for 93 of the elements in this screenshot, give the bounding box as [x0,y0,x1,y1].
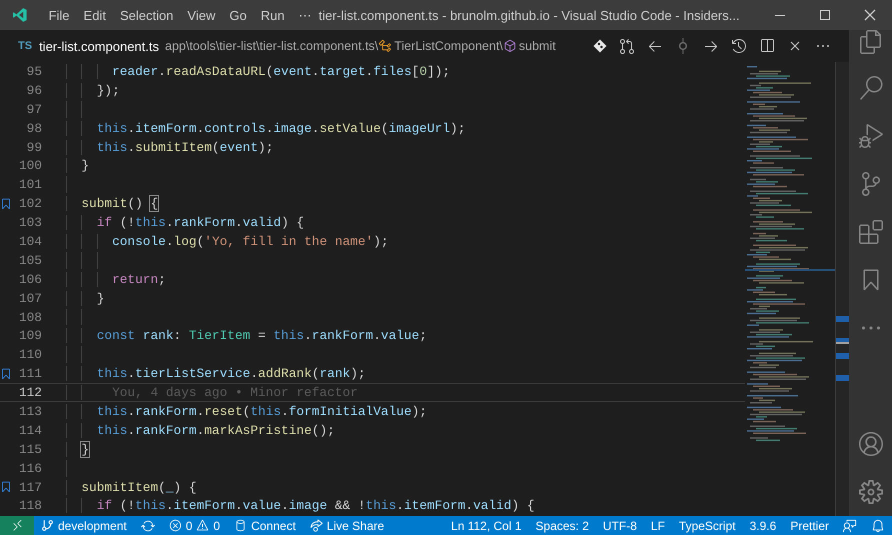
minimize-icon [774,14,785,16]
live-share-icon [310,519,323,532]
more-menu[interactable]: ⋯ [292,8,319,22]
line-number: 104 [18,234,42,249]
close-icon [862,7,878,23]
timeline-icon[interactable] [731,38,747,54]
breadcrumb[interactable]: TierListComponent\ [394,39,503,53]
status-item[interactable]: UTF-8 [596,518,644,532]
settings-icon[interactable] [858,480,882,504]
status-item[interactable]: TypeScript [672,518,743,532]
line-number: 103 [18,215,42,230]
status-item[interactable]: Connect [251,518,296,532]
branch-icon [41,519,54,532]
window-title: tier-list.component.ts - brunolm.github.io - Visual Studio Code - Insiders... [318,8,741,22]
line-number: 109 [18,328,42,344]
account-icon[interactable] [858,432,882,456]
code-line: submitItem(_) { [66,480,197,495]
error-icon [168,519,182,532]
line-number: 99 [26,140,42,154]
typescript-label: TS [18,40,32,52]
warning-count[interactable]: 0 [213,518,220,532]
explorer-icon[interactable] [858,30,882,54]
menu-item[interactable]: Edit [76,8,113,22]
line-number: 100 [18,158,42,174]
cube-icon [502,39,517,53]
breadcrumb[interactable]: submit [518,39,556,53]
line-number: 98 [26,120,42,136]
status-item[interactable]: Spaces: 2 [528,518,596,532]
status-item[interactable]: 3.9.6 [742,518,784,532]
scrollbar-drawing[interactable] [835,62,849,516]
code-line: submit() { [66,196,158,212]
code-line: if (!this.rankForm.valid) { [66,215,304,230]
code-line: this.rankForm.reset(this.formInitialValue); [66,404,427,419]
code-line: } [66,290,104,306]
app-logo-icon [12,7,28,23]
menu-item[interactable]: Selection [112,8,180,22]
git-icon[interactable] [593,39,607,53]
line-number: 115 [18,442,42,457]
status-item[interactable]: Prettier [783,518,836,532]
line-number: 106 [18,272,42,287]
extensions-icon[interactable] [858,220,882,244]
code-line: }); [66,82,120,98]
code-line: this.rankForm.markAsPristine(); [66,422,335,438]
code-line: console.log('Yo, fill in the name'); [66,234,389,249]
split-editor-icon[interactable] [759,38,775,54]
line-number: 117 [18,480,42,495]
line-number: 110 [18,347,42,362]
remote-button[interactable] [0,516,34,535]
code-line: this.submitItem(event); [66,140,274,154]
line-number: 108 [18,310,42,325]
code-line: this.tierListService.addRank(rank); [66,366,366,382]
status-item[interactable]: LF [644,518,672,532]
run-debug-icon[interactable] [858,124,882,148]
line-number: 102 [18,196,42,212]
line-number: 95 [26,64,42,79]
menu-item[interactable]: Go [222,8,254,22]
notifications-icon[interactable] [871,518,885,532]
warning-icon [196,519,210,532]
menu-item[interactable]: View [180,8,222,22]
line-number: 116 [18,460,42,476]
code-line: } [66,158,90,174]
status-item[interactable]: Live Share [326,518,384,532]
line-number: 113 [18,404,42,419]
sync-icon[interactable] [140,518,155,532]
line-number: 101 [18,177,42,192]
code-line: if (!this.itemForm.value.image && !this.itemForm.valid) { [66,498,535,514]
line-number: 118 [18,498,42,514]
blame-annotation: You, 4 days ago • Minor refactor [66,385,358,400]
compare-changes-icon[interactable] [619,38,635,54]
error-count[interactable]: 0 [186,518,192,532]
class-icon [378,39,392,53]
line-number: 112 [18,385,42,400]
line-number: 111 [18,366,42,382]
code-line: const rank: TierItem = this.rankForm.value; [66,328,427,344]
code-line: reader.readAsDataURL(event.target.files[0]); [66,64,450,79]
menu-item[interactable]: File [42,8,77,22]
code-line: this.itemForm.controls.image.setValue(imageUrl); [66,120,466,136]
line-number: 105 [18,252,42,268]
code-line: } [66,442,90,457]
breadcrumb[interactable]: app\tools\tier-list\tier-list.component.ts\ [165,39,378,53]
database-icon [234,519,248,532]
line-number: 96 [26,82,42,98]
search-icon[interactable] [858,76,882,100]
menu-item[interactable]: Run [254,8,292,22]
status-item[interactable]: Ln 112, Col 1 [444,518,529,532]
line-number: 97 [26,102,42,117]
remote-icon [10,519,24,532]
feedback-icon[interactable] [843,518,857,532]
editor-tab[interactable]: tier-list.component.ts [39,38,159,54]
status-item[interactable]: development [58,518,127,532]
line-number: 107 [18,290,42,306]
code-line: return; [66,272,166,287]
line-number: 114 [18,422,42,438]
